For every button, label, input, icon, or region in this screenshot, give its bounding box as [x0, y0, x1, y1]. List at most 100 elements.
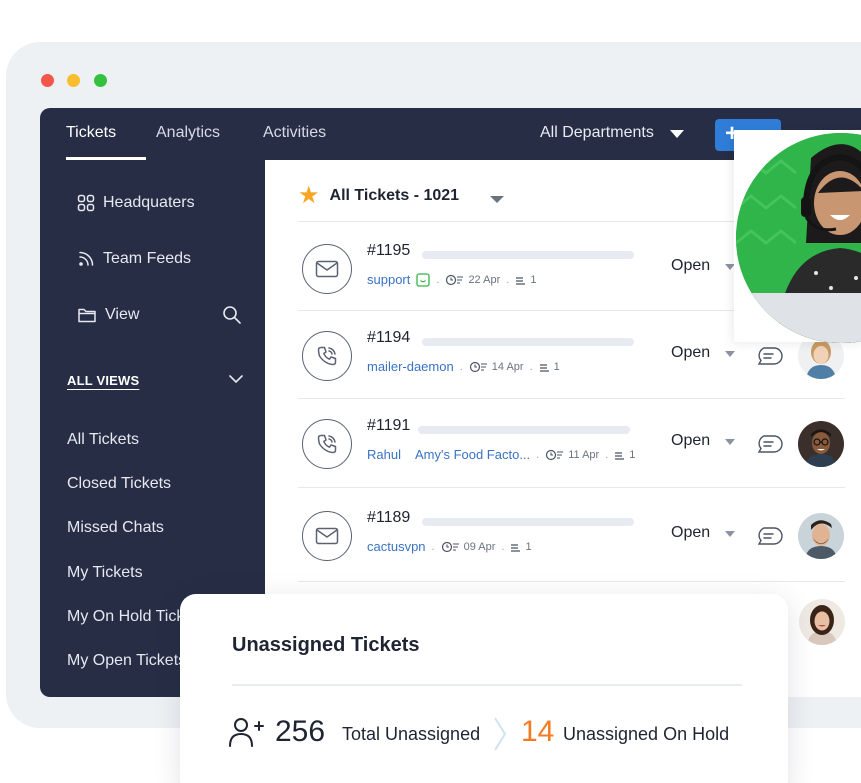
status-caret-icon[interactable]: [725, 351, 735, 357]
separator: .: [536, 448, 540, 461]
sidebar-item-headquaters[interactable]: Headquaters: [77, 194, 195, 212]
sidebar-item-view[interactable]: View: [77, 306, 139, 324]
threads-icon: [615, 451, 625, 460]
unassigned-on-hold-count: 14: [521, 715, 555, 748]
add-user-icon: [229, 718, 264, 747]
ticket-contact[interactable]: support: [367, 272, 410, 287]
thread-count: 1: [510, 541, 532, 553]
department-caret-icon[interactable]: [670, 130, 684, 138]
chevron-down-icon[interactable]: [228, 374, 244, 384]
phone-icon: [317, 346, 337, 366]
channel-badge: [302, 244, 352, 294]
unassigned-on-hold-label: Unassigned On Hold: [563, 724, 730, 744]
due-date-text: 11 Apr: [568, 448, 600, 461]
unassigned-card-title: Unassigned Tickets: [232, 634, 420, 656]
tab-tickets[interactable]: Tickets: [66, 124, 116, 142]
clock-icon: [546, 449, 564, 460]
view-all-tickets[interactable]: All Tickets: [67, 431, 139, 449]
channel-badge: [302, 511, 352, 561]
star-icon: ★: [298, 182, 320, 209]
thread-count: 1: [515, 274, 536, 286]
agent-avatar[interactable]: [798, 421, 844, 467]
clock-icon: [446, 274, 464, 285]
ticket-meta: mailer-daemon . 14 Apr . 1: [367, 359, 560, 374]
ticket-id[interactable]: #1194: [367, 329, 410, 347]
channel-badge: [302, 419, 352, 469]
comment-icon[interactable]: [754, 346, 784, 368]
sidebar-item-team-feeds[interactable]: Team Feeds: [77, 250, 191, 268]
separator: .: [529, 360, 533, 373]
subject-placeholder: [422, 251, 634, 259]
ticket-id[interactable]: #1191: [367, 417, 410, 435]
due-date: 09 Apr: [441, 541, 495, 553]
avatar-man-beard-icon: [798, 513, 844, 559]
folder-icon: [78, 308, 96, 323]
channel-badge: [302, 331, 352, 381]
subject-placeholder: [418, 426, 630, 434]
screenshot-stage: Tickets Analytics Activities All Departm…: [0, 0, 861, 783]
view-closed-tickets[interactable]: Closed Tickets: [67, 475, 171, 493]
ticket-contact[interactable]: Rahul: [367, 447, 401, 462]
comment-icon[interactable]: [754, 434, 784, 456]
department-selector[interactable]: All Departments: [540, 124, 654, 142]
due-date: 22 Apr: [445, 274, 500, 286]
close-window-dot[interactable]: [41, 74, 54, 87]
subject-placeholder: [422, 518, 634, 526]
subject-placeholder: [422, 338, 634, 346]
ticket-list-header[interactable]: ★ All Tickets - 1021: [298, 184, 459, 208]
separator: .: [431, 540, 435, 553]
ticket-row[interactable]: #1191 Rahul Amy's Food Facto... . 11 Apr…: [298, 399, 861, 487]
ticket-contact[interactable]: cactusvpn: [367, 539, 426, 554]
status-dropdown[interactable]: Open: [671, 432, 710, 450]
ticket-row[interactable]: #1189 cactusvpn . 09 Apr . 1 Open: [298, 491, 861, 579]
ticket-id[interactable]: #1195: [367, 242, 410, 260]
ticket-meta: cactusvpn . 09 Apr . 1: [367, 539, 532, 554]
unassigned-tickets-card: Unassigned Tickets 256 Total Unassigned …: [180, 594, 788, 783]
clock-icon: [441, 541, 459, 552]
ticket-account[interactable]: Amy's Food Facto...: [415, 447, 530, 462]
view-missed-chats[interactable]: Missed Chats: [67, 519, 164, 537]
divider: [298, 581, 845, 582]
avatar-woman-dark-hair-icon: [799, 599, 845, 645]
sidebar-item-label: Team Feeds: [103, 250, 192, 267]
status-caret-icon[interactable]: [725, 439, 735, 445]
threads-icon: [539, 363, 549, 372]
separator: .: [506, 273, 510, 286]
email-icon: [315, 260, 339, 278]
ticket-meta: Rahul Amy's Food Facto... . 11 Apr . 1: [367, 447, 635, 462]
divider: [298, 487, 845, 488]
ticket-id[interactable]: #1189: [367, 509, 410, 527]
thread-count-text: 1: [629, 448, 636, 461]
threads-icon: [511, 543, 521, 552]
due-date: 11 Apr: [545, 449, 599, 461]
ticket-contact[interactable]: mailer-daemon: [367, 359, 454, 374]
view-caret-icon[interactable]: [490, 196, 504, 203]
separator: .: [605, 448, 609, 461]
clock-icon: [469, 361, 487, 372]
minimize-window-dot[interactable]: [67, 74, 80, 87]
tab-analytics[interactable]: Analytics: [156, 124, 220, 142]
separator: .: [459, 360, 463, 373]
chevron-right-icon: [494, 717, 507, 751]
sidebar-item-label: Headquaters: [103, 194, 195, 211]
maximize-window-dot[interactable]: [94, 74, 107, 87]
search-icon[interactable]: [222, 305, 242, 325]
agent-avatar[interactable]: [799, 599, 845, 645]
due-date-text: 14 Apr: [491, 360, 524, 373]
comment-icon[interactable]: [754, 526, 784, 548]
happy-rating-icon: [416, 272, 431, 287]
thread-count: 1: [614, 449, 635, 461]
thread-count-text: 1: [553, 360, 560, 373]
all-views-heading[interactable]: ALL VIEWS: [67, 373, 139, 388]
status-dropdown[interactable]: Open: [671, 344, 710, 362]
agent-avatar[interactable]: [798, 513, 844, 559]
view-my-tickets[interactable]: My Tickets: [67, 564, 143, 582]
status-dropdown[interactable]: Open: [671, 257, 710, 275]
feed-icon: [79, 251, 94, 266]
view-my-open-tickets[interactable]: My Open Tickets: [67, 652, 186, 670]
status-caret-icon[interactable]: [725, 531, 735, 537]
status-dropdown[interactable]: Open: [671, 524, 710, 542]
separator: .: [436, 273, 440, 286]
ticket-list-title: All Tickets - 1021: [329, 187, 460, 204]
tab-activities[interactable]: Activities: [263, 124, 326, 142]
